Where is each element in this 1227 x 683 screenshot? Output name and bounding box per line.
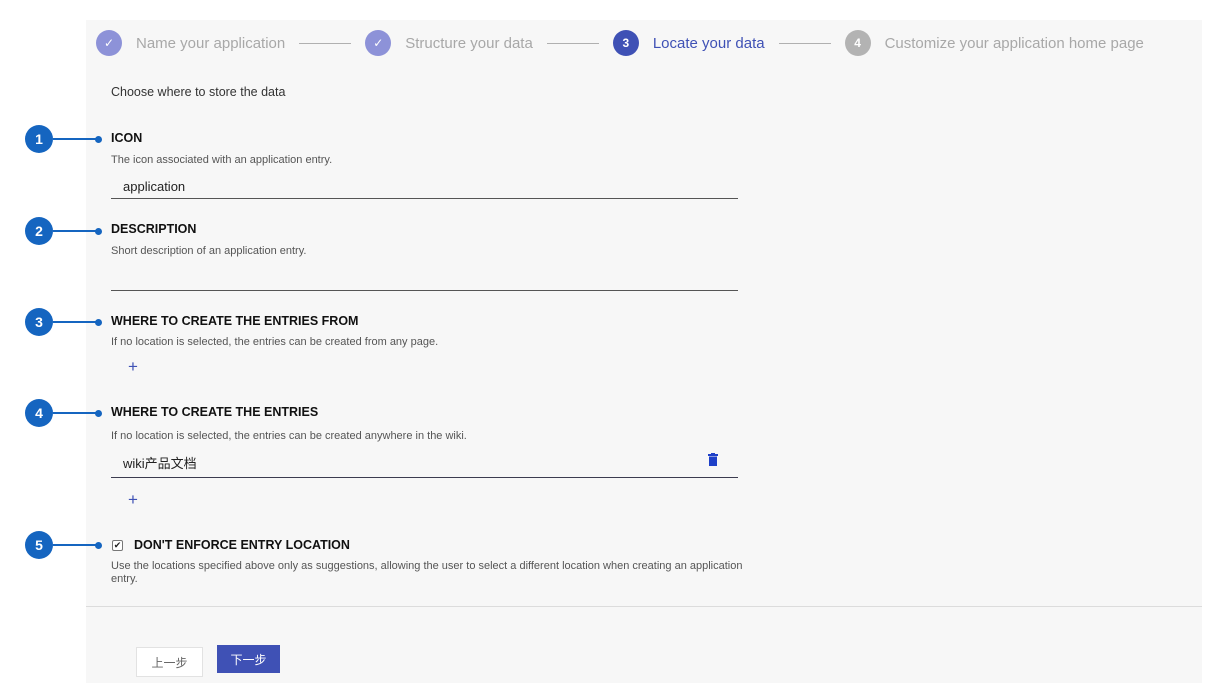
step-label: Structure your data [405,34,533,52]
callout-marker: 5 [25,531,102,559]
dont-enforce-location-label[interactable]: DON'T ENFORCE ENTRY LOCATION [134,538,350,552]
previous-step-button[interactable]: 上一步 [136,647,203,677]
step-connector [299,42,352,44]
trash-icon[interactable] [708,453,718,466]
step-customize-home[interactable]: 4 Customize your application home page [844,30,1144,56]
description-field-hint: Short description of an application entr… [111,245,307,257]
icon-field-title: ICON [111,131,143,145]
callout-number: 4 [25,399,53,427]
step-label: Locate your data [652,34,765,52]
dont-enforce-location-checkbox[interactable]: ✔ [112,540,123,551]
step-number: 4 [844,30,871,56]
callout-number: 3 [25,308,53,336]
description-field-title: DESCRIPTION [111,222,197,236]
callout-marker: 2 [25,217,102,245]
step-label: Name your application [136,34,286,52]
create-in-hint: If no location is selected, the entries … [111,430,467,442]
add-create-in-location-button[interactable]: + [128,491,138,509]
check-icon: ✓ [365,30,392,56]
dont-enforce-location-hint: Use the locations specified above only a… [111,560,743,585]
step-connector [778,42,831,44]
next-step-button[interactable]: 下一步 [217,645,280,673]
step-connector [546,42,599,44]
step-structure-data[interactable]: ✓ Structure your data [365,30,533,56]
callout-number: 2 [25,217,53,245]
wizard-stepper: ✓ Name your application ✓ Structure your… [96,28,1144,58]
step-label: Customize your application home page [884,34,1144,52]
create-in-location-input[interactable]: wiki产品文档 [111,448,738,478]
icon-input[interactable]: application [111,175,738,199]
description-input[interactable] [111,267,738,291]
icon-field-hint: The icon associated with an application … [111,154,333,166]
section-intro: Choose where to store the data [111,85,286,99]
footer-divider [86,606,1202,607]
callout-number: 1 [25,125,53,153]
step-number: 3 [612,30,639,56]
create-from-title: WHERE TO CREATE THE ENTRIES FROM [111,314,359,328]
step-name-application[interactable]: ✓ Name your application [96,30,285,56]
step-locate-data[interactable]: 3 Locate your data [612,30,765,56]
callout-marker: 3 [25,308,102,336]
create-in-location-value: wiki产品文档 [123,456,197,471]
callout-number: 5 [25,531,53,559]
create-from-hint: If no location is selected, the entries … [111,336,439,348]
icon-input-value: application [123,179,186,194]
create-in-title: WHERE TO CREATE THE ENTRIES [111,405,319,419]
add-create-from-location-button[interactable]: + [128,358,138,376]
check-icon: ✓ [96,30,122,56]
callout-marker: 4 [25,399,102,427]
checkmark-icon: ✔ [113,540,122,550]
callout-marker: 1 [25,125,102,153]
